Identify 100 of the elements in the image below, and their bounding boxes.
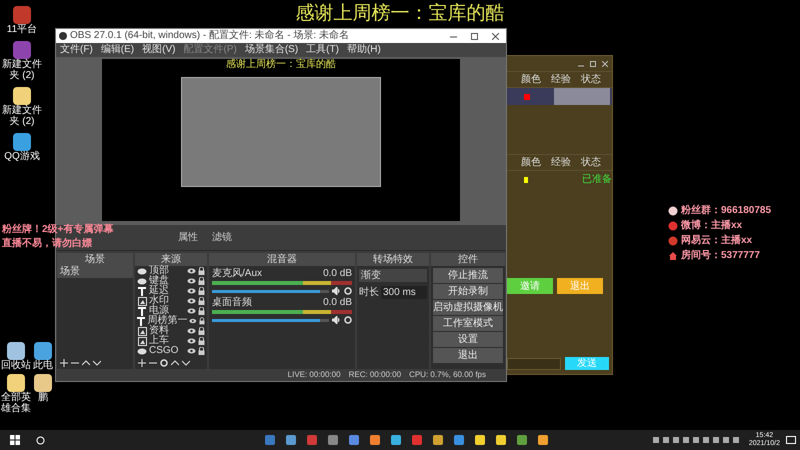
lock-icon[interactable] xyxy=(198,347,205,355)
dock-title: 来源 xyxy=(135,253,207,266)
image-icon xyxy=(138,336,146,346)
move-up-icon[interactable] xyxy=(171,359,179,367)
taskbar-app-icon[interactable] xyxy=(496,435,506,445)
lock-icon[interactable] xyxy=(198,277,205,285)
control-button[interactable]: 开始录制 xyxy=(433,284,503,299)
lock-icon[interactable] xyxy=(198,267,205,275)
source-item[interactable]: CSGO xyxy=(149,346,185,356)
taskbar-app-icon[interactable] xyxy=(307,435,317,445)
eye-icon[interactable] xyxy=(187,288,196,294)
add-icon[interactable] xyxy=(60,359,68,367)
source-item[interactable]: 键盘 xyxy=(149,276,185,286)
social-info-text: 房间号：5377777 xyxy=(681,250,760,262)
eye-icon[interactable] xyxy=(187,348,196,354)
duration-field[interactable]: 300 ms xyxy=(381,286,427,299)
taskbar-app-icon[interactable] xyxy=(370,435,380,445)
eye-icon[interactable] xyxy=(187,338,196,344)
column-header: 状态 xyxy=(581,156,602,170)
taskbar-app-icon[interactable] xyxy=(454,435,464,445)
taskbar-app-icon[interactable] xyxy=(391,435,401,445)
taskbar-app-icon[interactable] xyxy=(538,435,548,445)
taskbar-app-icon[interactable] xyxy=(265,435,275,445)
eye-icon[interactable] xyxy=(187,278,196,284)
add-icon[interactable] xyxy=(138,359,146,367)
rec-status: REC: 00:00:00 xyxy=(348,369,402,381)
taskbar-app-icon[interactable] xyxy=(286,435,296,445)
lock-icon[interactable] xyxy=(198,307,205,315)
source-item[interactable]: 周榜第一 xyxy=(147,316,188,326)
taskbar-app-icon[interactable] xyxy=(517,435,527,445)
taskbar-app-icon[interactable] xyxy=(328,435,338,445)
settings-icon[interactable] xyxy=(344,316,352,324)
desktop-icon[interactable] xyxy=(7,342,25,360)
move-up-icon[interactable] xyxy=(82,359,90,367)
transition-select[interactable]: 渐变 xyxy=(359,269,427,282)
desktop-icon-label: 11平台 xyxy=(6,24,38,35)
move-down-icon[interactable] xyxy=(182,359,190,367)
control-button[interactable]: 设置 xyxy=(433,332,503,347)
menu-item[interactable]: 场景集合(S) xyxy=(244,43,298,57)
move-down-icon[interactable] xyxy=(93,359,101,367)
lock-icon[interactable] xyxy=(198,297,205,305)
desktop-icon-label: 此电 xyxy=(33,360,53,371)
source-item[interactable]: 上车 xyxy=(149,336,185,346)
lock-icon[interactable] xyxy=(198,287,205,295)
menu-item[interactable]: 文件(F) xyxy=(60,43,93,57)
lock-icon[interactable] xyxy=(199,317,205,325)
control-button[interactable]: 工作室模式 xyxy=(433,316,503,331)
settings-icon[interactable] xyxy=(160,359,168,367)
duration-label: 时长 xyxy=(359,286,379,300)
windows-start-icon[interactable] xyxy=(10,435,20,445)
toolbar-button[interactable]: 属性 xyxy=(176,230,200,244)
menu-item[interactable]: 帮助(H) xyxy=(346,43,381,57)
taskbar-app-icon[interactable] xyxy=(475,435,485,445)
menu-item[interactable]: 工具(T) xyxy=(306,43,339,57)
menu-item[interactable]: 视图(V) xyxy=(142,43,176,57)
desktop-icon[interactable] xyxy=(34,374,52,392)
eye-icon[interactable] xyxy=(187,298,196,304)
settings-icon[interactable] xyxy=(344,287,352,295)
maximize-icon[interactable] xyxy=(471,32,478,40)
desktop-icon[interactable] xyxy=(13,133,31,151)
close-icon[interactable] xyxy=(492,32,499,40)
eye-icon[interactable] xyxy=(189,318,198,324)
column-header: 经验 xyxy=(551,156,572,170)
desktop-icon-label: 回收站 xyxy=(1,360,31,371)
image-icon xyxy=(138,296,146,306)
taskbar-app-icon[interactable] xyxy=(412,435,422,445)
control-button[interactable]: 退出 xyxy=(433,348,503,363)
control-button[interactable]: 启动虚拟摄像机 xyxy=(433,300,503,315)
taskbar-app-icon[interactable] xyxy=(433,435,443,445)
maximize-icon[interactable] xyxy=(590,60,596,66)
close-icon[interactable] xyxy=(602,60,608,66)
source-item[interactable]: 电源 xyxy=(149,306,185,316)
desktop-icon[interactable] xyxy=(34,342,52,360)
desktop-icon[interactable] xyxy=(13,87,31,105)
eye-icon[interactable] xyxy=(187,308,196,314)
preview-banner-title: 感谢上周榜一：宝库的酷 xyxy=(226,59,336,71)
ready-status: 已准备 xyxy=(582,172,612,187)
notification-icon[interactable] xyxy=(786,436,796,444)
toolbar-button[interactable]: 滤镜 xyxy=(210,230,234,244)
lock-icon[interactable] xyxy=(198,327,205,335)
control-button[interactable]: 停止推流 xyxy=(433,268,503,283)
eye-icon[interactable] xyxy=(187,268,196,274)
search-icon[interactable] xyxy=(36,436,45,444)
source-item[interactable]: 顶部 xyxy=(149,266,185,276)
taskbar-app-icon[interactable] xyxy=(349,435,359,445)
house-icon xyxy=(668,251,678,261)
source-item[interactable]: 延迟 xyxy=(149,286,185,296)
column-header: 经验 xyxy=(551,73,572,87)
speaker-icon[interactable] xyxy=(332,316,341,324)
chat-input-field[interactable] xyxy=(507,358,561,370)
column-header: 状态 xyxy=(581,72,602,87)
dock-title: 混音器 xyxy=(209,253,355,266)
source-item[interactable]: 资料 xyxy=(149,326,185,336)
menu-item[interactable]: 编辑(E) xyxy=(100,43,134,57)
source-item[interactable]: 水印 xyxy=(149,296,185,306)
scene-item[interactable]: 场景 xyxy=(57,266,133,278)
eye-icon[interactable] xyxy=(187,328,196,334)
lock-icon[interactable] xyxy=(198,337,205,345)
desktop-icon[interactable] xyxy=(7,374,25,392)
speaker-icon[interactable] xyxy=(332,287,341,295)
